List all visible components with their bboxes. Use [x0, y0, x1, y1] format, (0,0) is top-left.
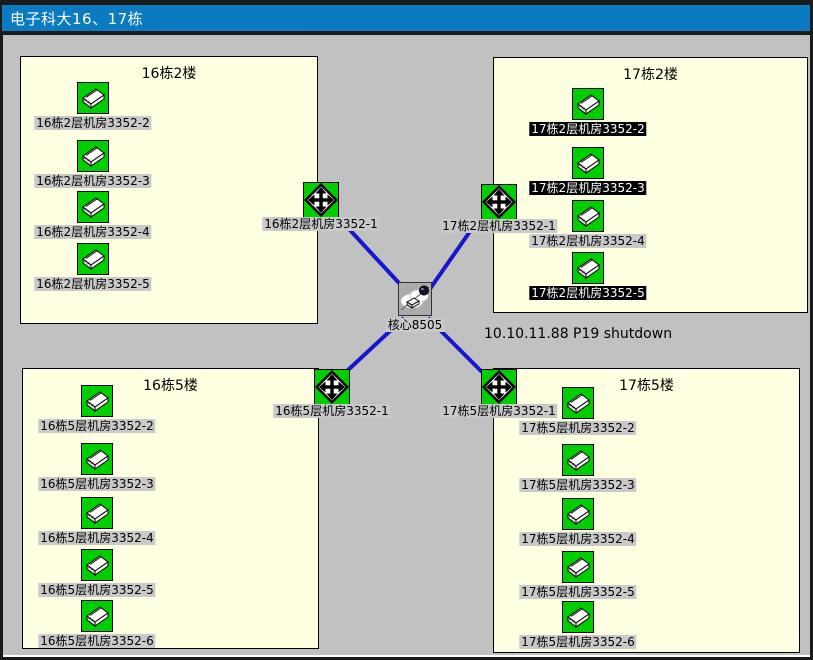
- node-label[interactable]: 17栋2层机房3352-1: [440, 219, 557, 233]
- router-node[interactable]: 17栋2层机房3352-1: [481, 184, 517, 220]
- switch-icon[interactable]: [562, 387, 594, 419]
- switch-node[interactable]: 16栋5层机房3352-6: [81, 600, 113, 632]
- switch-node[interactable]: 17栋2层机房3352-4: [572, 200, 604, 232]
- switch-icon[interactable]: [572, 147, 604, 179]
- core-cloud-icon[interactable]: [398, 282, 432, 316]
- switch-icon[interactable]: [77, 82, 109, 114]
- node-label[interactable]: 17栋5层机房3352-4: [519, 532, 636, 546]
- switch-icon[interactable]: [77, 140, 109, 172]
- switch-icon[interactable]: [572, 200, 604, 232]
- node-label[interactable]: 16栋2层机房3352-1: [262, 217, 379, 231]
- switch-icon[interactable]: [77, 243, 109, 275]
- switch-node[interactable]: 17栋5层机房3352-5: [562, 551, 594, 583]
- switch-node[interactable]: 16栋5层机房3352-3: [81, 443, 113, 475]
- switch-node[interactable]: 16栋5层机房3352-4: [81, 497, 113, 529]
- switch-node[interactable]: 16栋2层机房3352-5: [77, 243, 109, 275]
- switch-icon[interactable]: [77, 191, 109, 223]
- node-label[interactable]: 17栋2层机房3352-4: [529, 234, 646, 248]
- switch-node[interactable]: 16栋2层机房3352-3: [77, 140, 109, 172]
- switch-node[interactable]: 16栋5层机房3352-5: [81, 549, 113, 581]
- core-node[interactable]: 核心8505: [398, 282, 432, 316]
- node-label[interactable]: 核心8505: [386, 318, 445, 332]
- switch-node[interactable]: 17栋2层机房3352-5: [572, 252, 604, 284]
- switch-node[interactable]: 17栋5层机房3352-6: [562, 601, 594, 633]
- router-icon[interactable]: [303, 182, 339, 218]
- switch-node[interactable]: 17栋5层机房3352-2: [562, 387, 594, 419]
- switch-icon[interactable]: [562, 551, 594, 583]
- node-label[interactable]: 16栋5层机房3352-5: [38, 583, 155, 597]
- switch-node[interactable]: 17栋5层机房3352-4: [562, 498, 594, 530]
- switch-icon[interactable]: [81, 497, 113, 529]
- router-node[interactable]: 16栋2层机房3352-1: [303, 182, 339, 218]
- switch-node[interactable]: 17栋5层机房3352-3: [562, 444, 594, 476]
- node-label[interactable]: 17栋5层机房3352-1: [440, 404, 557, 418]
- switch-icon[interactable]: [81, 385, 113, 417]
- node-label[interactable]: 16栋2层机房3352-3: [34, 174, 151, 188]
- switch-node[interactable]: 17栋2层机房3352-2: [572, 88, 604, 120]
- node-label[interactable]: 17栋5层机房3352-2: [519, 421, 636, 435]
- node-label[interactable]: 16栋2层机房3352-2: [34, 116, 151, 130]
- router-icon[interactable]: [481, 184, 517, 220]
- switch-icon[interactable]: [572, 252, 604, 284]
- switch-node[interactable]: 16栋5层机房3352-2: [81, 385, 113, 417]
- node-label[interactable]: 16栋5层机房3352-1: [273, 404, 390, 418]
- switch-node[interactable]: 16栋2层机房3352-4: [77, 191, 109, 223]
- router-icon[interactable]: [481, 369, 517, 405]
- router-icon[interactable]: [314, 369, 350, 405]
- switch-icon[interactable]: [81, 549, 113, 581]
- switch-node[interactable]: 17栋2层机房3352-3: [572, 147, 604, 179]
- network-map-window: 电子科大16、17栋 16栋2楼 17栋2楼 16栋5楼 17栋5楼 16栋2层…: [0, 0, 813, 660]
- node-label[interactable]: 16栋5层机房3352-3: [38, 477, 155, 491]
- node-label[interactable]: 17栋5层机房3352-3: [519, 478, 636, 492]
- switch-icon[interactable]: [562, 601, 594, 633]
- switch-icon[interactable]: [81, 600, 113, 632]
- node-label[interactable]: 17栋5层机房3352-6: [519, 635, 636, 649]
- switch-icon[interactable]: [562, 498, 594, 530]
- node-label[interactable]: 17栋2层机房3352-2: [529, 122, 646, 136]
- node-label[interactable]: 17栋2层机房3352-3: [529, 181, 646, 195]
- node-label[interactable]: 17栋5层机房3352-5: [519, 585, 636, 599]
- switch-icon[interactable]: [81, 443, 113, 475]
- switch-icon[interactable]: [572, 88, 604, 120]
- router-node[interactable]: 17栋5层机房3352-1: [481, 369, 517, 405]
- node-label[interactable]: 16栋2层机房3352-5: [34, 277, 151, 291]
- router-node[interactable]: 16栋5层机房3352-1: [314, 369, 350, 405]
- switch-node[interactable]: 16栋2层机房3352-2: [77, 82, 109, 114]
- node-label[interactable]: 16栋5层机房3352-4: [38, 531, 155, 545]
- switch-icon[interactable]: [562, 444, 594, 476]
- shutdown-annotation: 10.10.11.88 P19 shutdown: [484, 326, 672, 342]
- node-label[interactable]: 16栋2层机房3352-4: [34, 225, 151, 239]
- node-label[interactable]: 16栋5层机房3352-2: [38, 419, 155, 433]
- node-label[interactable]: 16栋5层机房3352-6: [38, 634, 155, 648]
- node-label[interactable]: 17栋2层机房3352-5: [529, 286, 646, 300]
